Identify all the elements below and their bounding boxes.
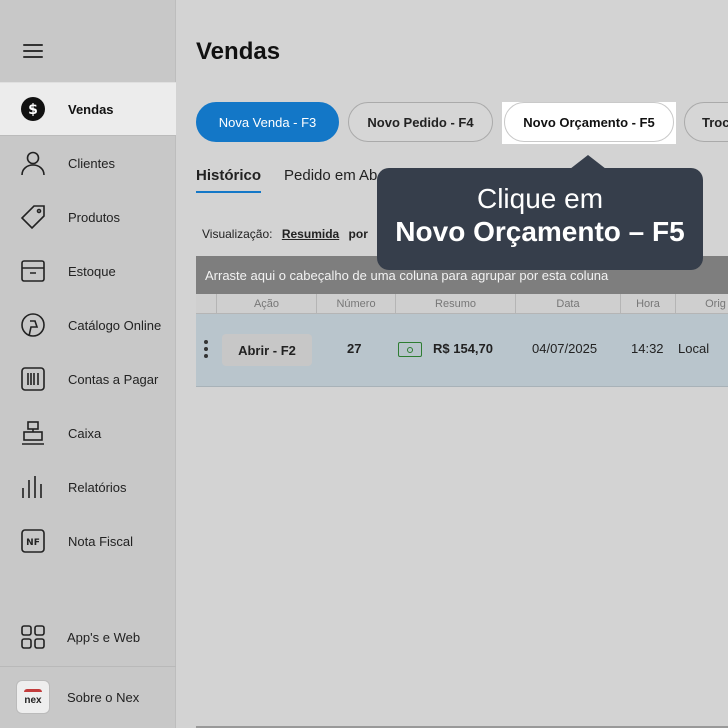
visualizacao-label: Visualização: xyxy=(202,227,273,241)
sidebar-item-estoque[interactable]: Estoque xyxy=(0,244,176,298)
svg-text:$: $ xyxy=(28,102,38,118)
sidebar-item-nota-fiscal[interactable]: NF Nota Fiscal xyxy=(0,514,176,568)
novo-pedido-button[interactable]: Novo Pedido - F4 xyxy=(348,102,493,142)
cell-hora: 14:32 xyxy=(631,341,664,356)
grid-apps-icon xyxy=(20,624,46,650)
nex-logo-text: nex xyxy=(24,694,42,706)
sidebar: $ Vendas Clientes Produtos Estoque Catál… xyxy=(0,0,176,728)
visualizacao-value[interactable]: Resumida xyxy=(282,227,339,241)
menu-icon[interactable] xyxy=(23,44,43,62)
column-header-numero[interactable]: Número xyxy=(316,294,395,314)
tutorial-tooltip: Clique em Novo Orçamento – F5 xyxy=(377,155,703,270)
page-title: Vendas xyxy=(196,38,281,65)
sidebar-item-label: Estoque xyxy=(68,263,116,279)
sidebar-item-relatorios[interactable]: Relatórios xyxy=(0,460,176,514)
visualizacao-control: Visualização: Resumida por xyxy=(202,227,368,241)
cell-origem: Local xyxy=(678,341,710,356)
tooltip-line-1: Clique em xyxy=(476,183,604,214)
sidebar-item-label: Clientes xyxy=(68,155,115,171)
sidebar-item-label: Nota Fiscal xyxy=(68,533,134,549)
column-header-acao[interactable]: Ação xyxy=(216,294,316,314)
money-icon xyxy=(398,342,422,357)
sidebar-item-label: Vendas xyxy=(68,101,114,117)
cell-data: 04/07/2025 xyxy=(532,341,598,356)
sidebar-item-clientes[interactable]: Clientes xyxy=(0,136,176,190)
kebab-menu-icon[interactable] xyxy=(204,340,208,360)
grid-header: Ação Número Resumo Data Hora Orig xyxy=(196,294,728,314)
column-header-resumo[interactable]: Resumo xyxy=(395,294,515,314)
main-content: Vendas Nova Venda - F3 Novo Pedido - F4 … xyxy=(176,0,728,728)
troca-button[interactable]: Troc xyxy=(684,102,728,142)
column-header-hora[interactable]: Hora xyxy=(620,294,675,314)
sidebar-item-sobre[interactable]: nex Sobre o Nex xyxy=(0,670,176,724)
sidebar-item-label: App's e Web xyxy=(67,629,141,645)
nova-venda-button[interactable]: Nova Venda - F3 xyxy=(196,102,339,142)
sidebar-item-contas-a-pagar[interactable]: Contas a Pagar xyxy=(0,352,176,406)
tab-pedido-em-aberto[interactable]: Pedido em Ab xyxy=(284,167,377,191)
novo-orcamento-button[interactable]: Novo Orçamento - F5 xyxy=(504,102,674,142)
sidebar-item-label: Catálogo Online xyxy=(68,317,162,333)
tooltip-line-2: Novo Orçamento – F5 xyxy=(395,216,685,247)
sidebar-item-label: Produtos xyxy=(68,209,121,225)
sidebar-item-apps[interactable]: App's e Web xyxy=(0,610,176,664)
cell-resumo: R$ 154,70 xyxy=(433,341,493,356)
table-row[interactable]: Abrir - F2 27 R$ 154,70 04/07/2025 14:32… xyxy=(196,314,728,387)
barcode-icon xyxy=(20,366,46,392)
nf-icon-text: NF xyxy=(26,538,40,548)
nex-logo-icon: nex xyxy=(16,680,50,714)
tag-icon xyxy=(20,204,46,230)
visualizacao-por: por xyxy=(348,227,368,241)
column-header-data[interactable]: Data xyxy=(515,294,620,314)
sidebar-item-vendas[interactable]: $ Vendas xyxy=(0,82,176,136)
sidebar-item-label: Contas a Pagar xyxy=(68,371,159,387)
sidebar-item-label: Sobre o Nex xyxy=(67,689,140,705)
tab-historico[interactable]: Histórico xyxy=(196,167,262,193)
sidebar-item-caixa[interactable]: Caixa xyxy=(0,406,176,460)
sidebar-item-label: Caixa xyxy=(68,425,102,441)
box-icon xyxy=(20,258,46,284)
catalog-icon xyxy=(20,312,46,338)
dollar-icon: $ xyxy=(20,96,46,122)
cell-numero: 27 xyxy=(347,341,362,356)
abrir-button[interactable]: Abrir - F2 xyxy=(222,334,312,366)
cash-register-icon xyxy=(20,420,46,446)
sidebar-item-catalogo[interactable]: Catálogo Online xyxy=(0,298,176,352)
sidebar-item-label: Relatórios xyxy=(68,479,127,495)
column-header-origem[interactable]: Orig xyxy=(675,294,728,314)
sidebar-item-produtos[interactable]: Produtos xyxy=(0,190,176,244)
chart-bars-icon xyxy=(20,474,46,500)
sidebar-divider xyxy=(0,666,176,667)
user-icon xyxy=(20,150,46,176)
nf-icon: NF xyxy=(20,528,46,554)
